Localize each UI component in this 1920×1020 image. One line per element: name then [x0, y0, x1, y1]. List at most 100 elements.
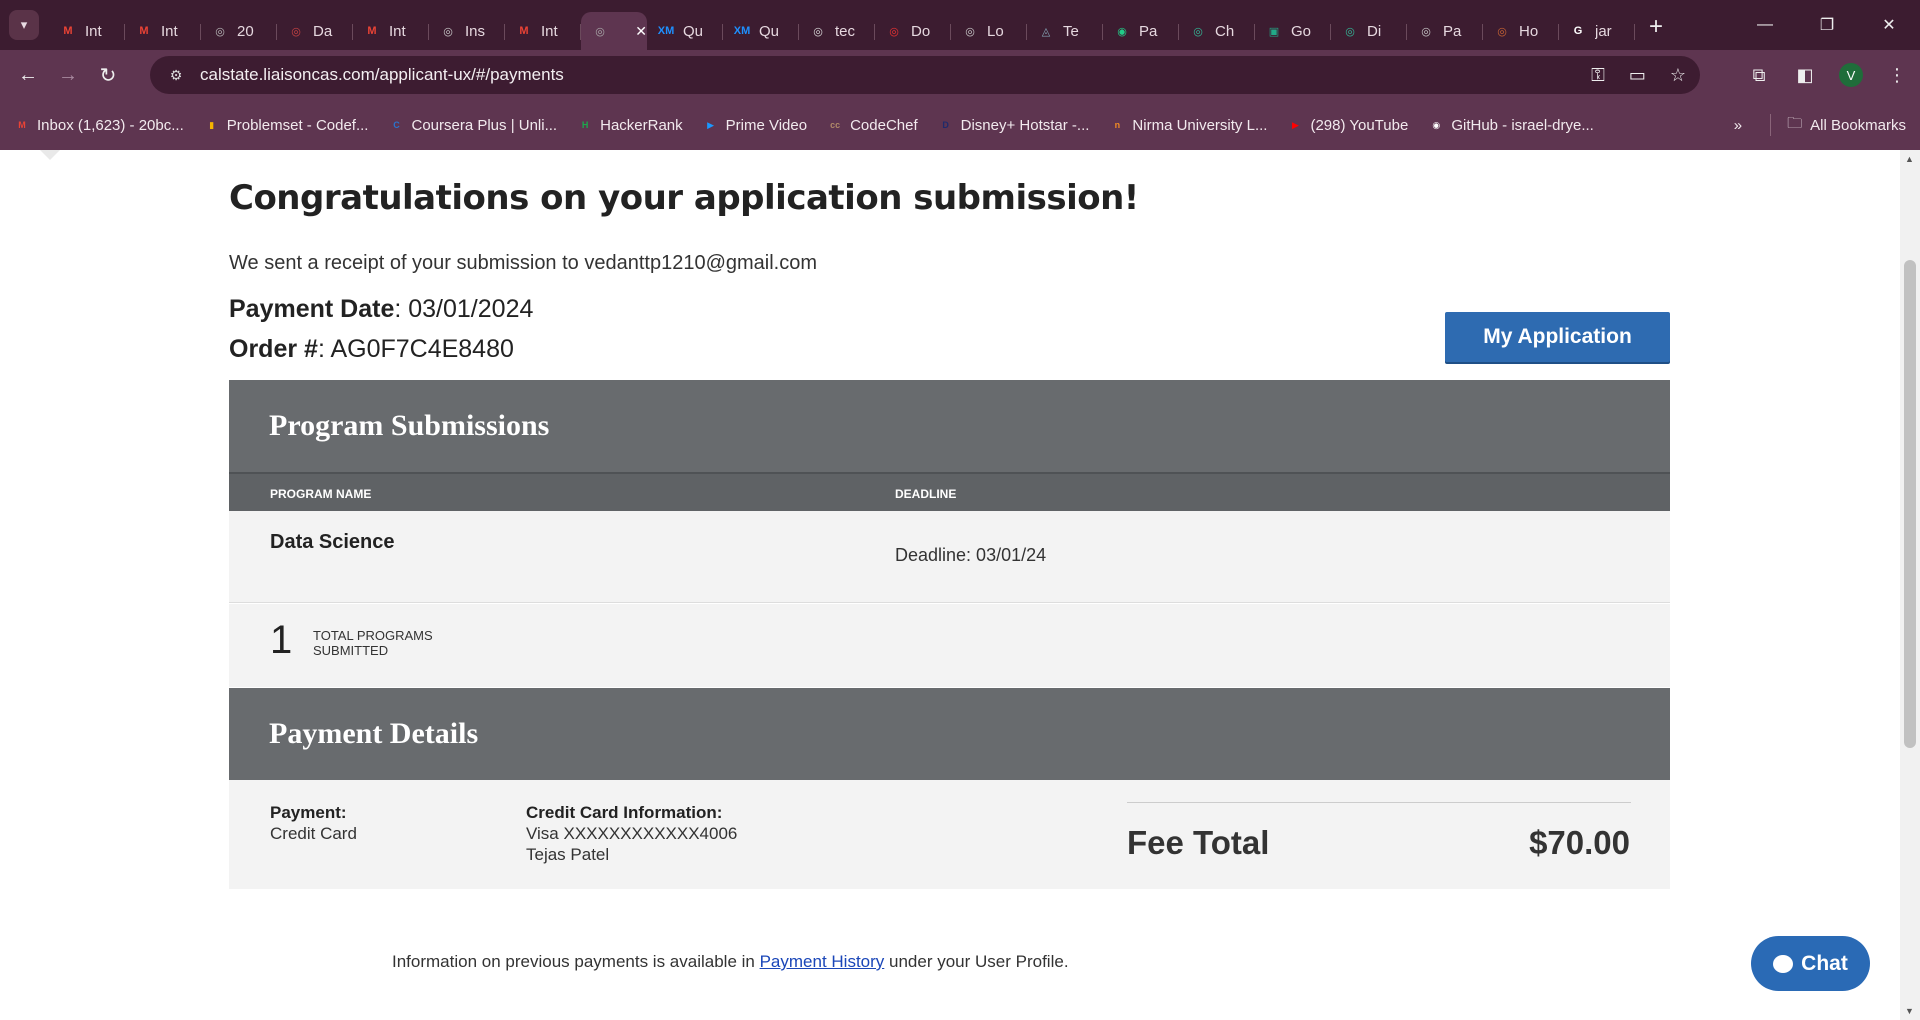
meet-icon: ▣: [1268, 25, 1280, 38]
bookmark-item[interactable]: C Coursera Plus | Unli...: [388, 117, 557, 134]
col-deadline: DEADLINE: [895, 487, 957, 501]
close-window-icon[interactable]: ✕: [1858, 0, 1920, 50]
browser-tab[interactable]: ◬ Te: [1027, 12, 1103, 50]
page-scrollbar[interactable]: ▲ ▼: [1900, 150, 1920, 1020]
profile-avatar[interactable]: V: [1839, 63, 1863, 87]
minimize-icon[interactable]: —: [1734, 0, 1796, 50]
browser-tab[interactable]: ◎ Ch: [1179, 12, 1255, 50]
tab-title: Di: [1367, 22, 1382, 40]
side-panel-icon[interactable]: ◧: [1782, 65, 1828, 86]
bookmark-item[interactable]: n Nirma University L...: [1109, 116, 1268, 134]
browser-tab[interactable]: ◎ Ins: [429, 12, 505, 50]
web-icon: ◎: [965, 25, 975, 38]
bookmark-label: HackerRank: [600, 116, 683, 134]
bookmark-favicon-icon: ▶: [1291, 119, 1299, 130]
browser-tab[interactable]: M Int: [505, 12, 581, 50]
tab-title: Qu: [683, 22, 704, 40]
receipt-message: We sent a receipt of your submission to …: [229, 252, 818, 274]
browser-tab[interactable]: ◎ ✕: [581, 12, 647, 50]
gmail-icon: M: [367, 25, 377, 37]
tab-title: Te: [1063, 22, 1079, 40]
bookmark-label: (298) YouTube: [1310, 116, 1409, 134]
extensions-puzzle-icon[interactable]: ⧉: [1736, 65, 1782, 86]
bookmark-item[interactable]: D Disney+ Hotstar -...: [938, 116, 1090, 134]
total-programs-label: TOTAL PROGRAMS SUBMITTED: [313, 628, 433, 658]
address-bar[interactable]: ⚙ calstate.liaisoncas.com/applicant-ux/#…: [150, 56, 1700, 94]
bookmark-item[interactable]: H HackerRank: [577, 117, 683, 134]
dropdown-notch: [40, 150, 60, 160]
browser-tab[interactable]: ▣ Go: [1255, 12, 1331, 50]
tab-search-chevron-icon[interactable]: ▾: [9, 10, 39, 40]
browser-tab[interactable]: ◎ Lo: [951, 12, 1027, 50]
new-tab-plus-icon[interactable]: +: [1649, 13, 1663, 41]
tab-title: Lo: [987, 22, 1004, 40]
payment-details-heading: Payment Details: [229, 688, 1670, 780]
browser-tab[interactable]: ◎ Pa: [1407, 12, 1483, 50]
all-bookmarks-link[interactable]: All Bookmarks: [1810, 117, 1906, 134]
forward-arrow-icon[interactable]: →: [48, 55, 88, 95]
bookmark-favicon-icon: cc: [830, 120, 841, 130]
browser-tab-bar: ▾ M Int M Int ◎ 20 ◎ Da M Int ◎ Ins M Int ◎ ✕ XM Qu XM Qu ◎ t…: [0, 0, 1920, 50]
more-bookmarks-chevron-icon[interactable]: »: [1734, 117, 1742, 134]
close-tab-icon[interactable]: ✕: [635, 23, 647, 40]
scroll-up-arrow-icon[interactable]: ▲: [1905, 154, 1914, 164]
bookmark-item[interactable]: M Inbox (1,623) - 20bc...: [14, 117, 184, 134]
bookmark-favicon-icon: M: [18, 120, 26, 130]
payment-history-link[interactable]: Payment History: [760, 952, 885, 971]
password-key-icon[interactable]: ⚿: [1591, 65, 1605, 86]
xm-icon: XM: [657, 25, 675, 37]
browser-tab[interactable]: ◎ 20: [201, 12, 277, 50]
url-text[interactable]: calstate.liaisoncas.com/applicant-ux/#/p…: [200, 65, 564, 85]
back-arrow-icon[interactable]: ←: [8, 55, 48, 95]
scroll-down-arrow-icon[interactable]: ▼: [1905, 1006, 1914, 1016]
site-info-icon[interactable]: ⚙: [164, 63, 188, 87]
bookmark-item[interactable]: ◉ GitHub - israel-drye...: [1428, 117, 1593, 134]
kebab-menu-icon[interactable]: ⋮: [1874, 65, 1920, 86]
payment-method: Payment: Credit Card: [270, 803, 357, 843]
browser-tab[interactable]: M Int: [49, 12, 125, 50]
browser-tab[interactable]: M Int: [125, 12, 201, 50]
tab-title: Pa: [1443, 22, 1462, 40]
tab-title: tec: [835, 22, 856, 40]
tab-title: Pa: [1139, 22, 1158, 40]
program-name: Data Science: [270, 531, 395, 553]
globe-icon: ◎: [595, 25, 605, 38]
bookmark-item[interactable]: ▶ (298) YouTube: [1287, 117, 1408, 134]
gmail-icon: M: [63, 25, 73, 37]
browser-tab[interactable]: M Int: [353, 12, 429, 50]
bookmark-label: Disney+ Hotstar -...: [960, 116, 1090, 134]
reload-icon[interactable]: ↻: [88, 55, 128, 95]
web-icon: ◬: [1041, 25, 1051, 38]
browser-tab[interactable]: ◎ Di: [1331, 12, 1407, 50]
bookmark-item[interactable]: ▮ Problemset - Codef...: [204, 117, 368, 134]
bookmark-label: CodeChef: [850, 116, 918, 134]
my-application-button[interactable]: My Application: [1445, 312, 1670, 362]
chat-button[interactable]: Chat: [1751, 936, 1870, 991]
payment-date: Payment Date: 03/01/2024: [229, 295, 534, 323]
browser-tab[interactable]: Gjar: [1559, 12, 1635, 50]
table-row: Data Science Deadline: 03/01/24: [229, 511, 1670, 603]
bookmark-favicon-icon: C: [393, 120, 400, 130]
window-controls: — ❐ ✕: [1734, 0, 1920, 50]
bookmark-star-icon[interactable]: ☆: [1670, 65, 1686, 86]
bookmark-item[interactable]: ▶ Prime Video: [703, 117, 807, 134]
browser-tab[interactable]: XM Qu: [723, 12, 799, 50]
bookmark-label: Nirma University L...: [1132, 116, 1268, 134]
restore-icon[interactable]: ❐: [1796, 0, 1858, 50]
tab-title: Da: [313, 22, 333, 40]
bookmark-item[interactable]: cc CodeChef: [827, 117, 918, 134]
payment-card-icon[interactable]: ▭: [1629, 65, 1646, 86]
browser-tab[interactable]: ◎ tec: [799, 12, 875, 50]
browser-tab[interactable]: ◎ Da: [277, 12, 353, 50]
bookmark-favicon-icon: H: [581, 120, 589, 130]
browser-tab[interactable]: ◎ Do: [875, 12, 951, 50]
browser-tab[interactable]: XM Qu: [647, 12, 723, 50]
web-icon: ◎: [889, 25, 899, 38]
page-title: Congratulations on your application subm…: [229, 178, 1139, 218]
browser-tab[interactable]: ◉ Pa: [1103, 12, 1179, 50]
program-deadline: Deadline: 03/01/24: [895, 545, 1047, 565]
browser-tab[interactable]: ◎ Ho: [1483, 12, 1559, 50]
scrollbar-thumb[interactable]: [1904, 260, 1916, 748]
tab-title: jar: [1595, 22, 1612, 40]
web-icon: ◎: [1421, 25, 1431, 38]
